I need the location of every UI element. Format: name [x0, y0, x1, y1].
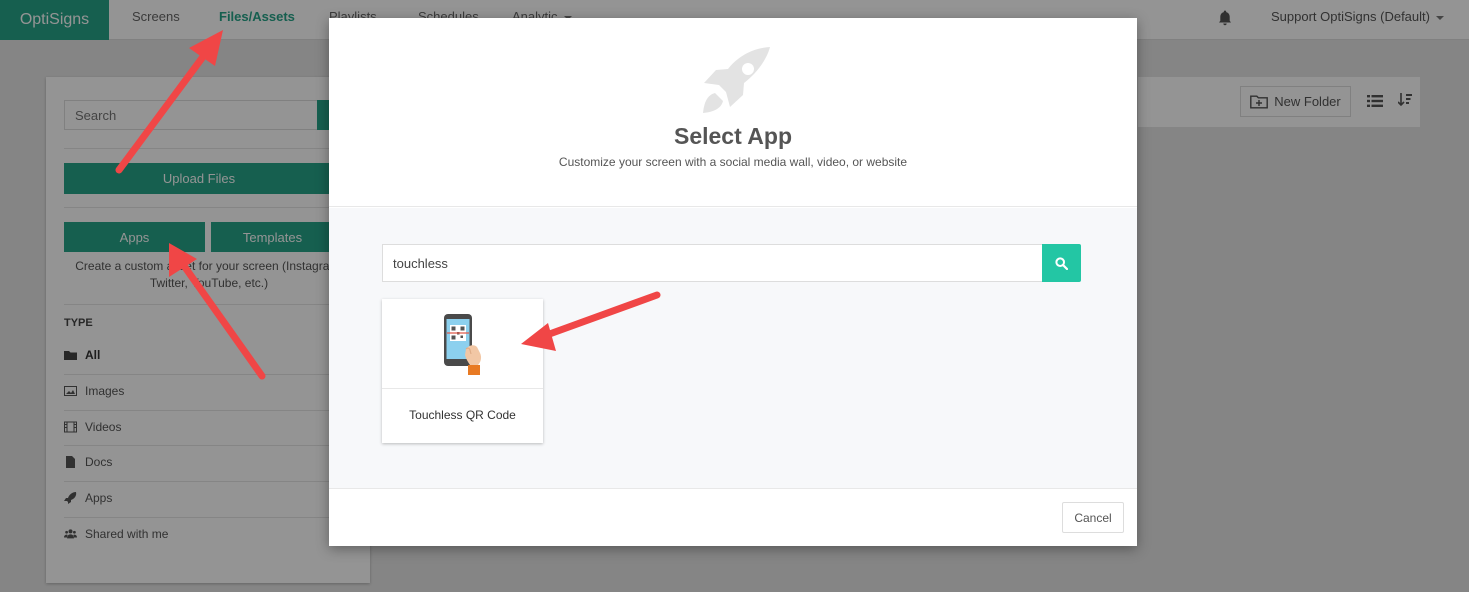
cancel-button[interactable]: Cancel [1062, 502, 1124, 533]
app-card-label: Touchless QR Code [409, 408, 516, 422]
modal-body: Touchless QR Code [329, 208, 1137, 489]
qr-phone-icon [444, 314, 482, 375]
app-search-button[interactable] [1042, 244, 1081, 282]
app-card-touchless-qr-code[interactable]: Touchless QR Code [382, 299, 543, 443]
app-card-thumbnail [382, 299, 543, 389]
select-app-modal: Select App Customize your screen with a … [329, 18, 1137, 546]
modal-subtitle: Customize your screen with a social medi… [558, 155, 908, 169]
modal-header: Select App Customize your screen with a … [329, 18, 1137, 207]
app-search-input[interactable] [382, 244, 1043, 282]
modal-title: Select App [673, 123, 792, 149]
search-icon [1055, 256, 1068, 270]
rocket-icon [703, 47, 770, 113]
